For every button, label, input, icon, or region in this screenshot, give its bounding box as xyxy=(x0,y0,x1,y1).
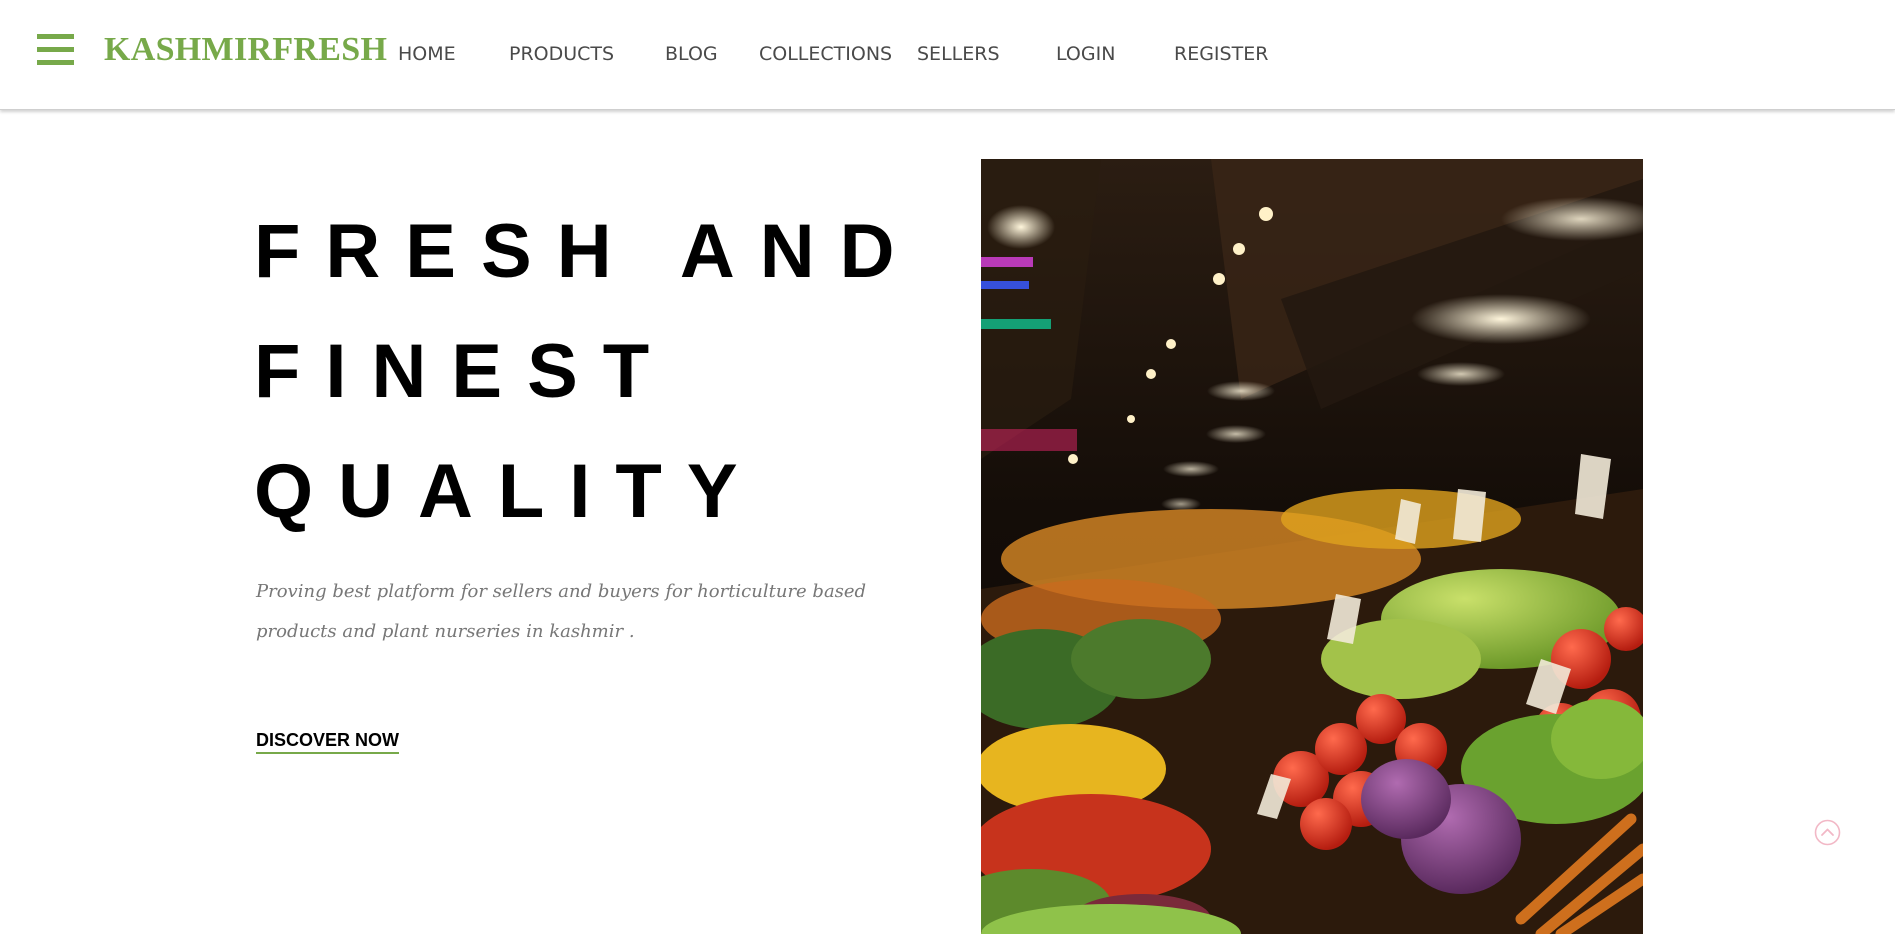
hero-title-line: FRESH AND xyxy=(254,209,920,294)
hamburger-menu-icon[interactable] xyxy=(37,33,74,67)
hero-subtitle: Proving best platform for sellers and bu… xyxy=(256,581,867,642)
site-header: KASHMIRFRESH HOME PRODUCTS BLOG COLLECTI… xyxy=(0,0,1895,110)
hero-title: FRESH AND FINEST QUALITY xyxy=(254,192,920,552)
nav-sellers[interactable]: SELLERS xyxy=(917,43,1000,65)
site-logo[interactable]: KASHMIRFRESH xyxy=(104,33,387,67)
nav-blog[interactable]: BLOG xyxy=(665,43,718,65)
nav-collections[interactable]: COLLECTIONS xyxy=(759,43,892,65)
discover-now-link[interactable]: DISCOVER NOW xyxy=(256,729,400,754)
hero-title-line: QUALITY xyxy=(254,449,763,534)
chevron-up-circle-icon[interactable] xyxy=(1814,819,1841,846)
nav-register[interactable]: REGISTER xyxy=(1174,43,1268,65)
market-produce-photo xyxy=(981,159,1643,934)
nav-home[interactable]: HOME xyxy=(398,43,456,65)
nav-login[interactable]: LOGIN xyxy=(1056,43,1115,65)
hero-title-line: FINEST xyxy=(254,329,675,414)
nav-products[interactable]: PRODUCTS xyxy=(509,43,614,65)
